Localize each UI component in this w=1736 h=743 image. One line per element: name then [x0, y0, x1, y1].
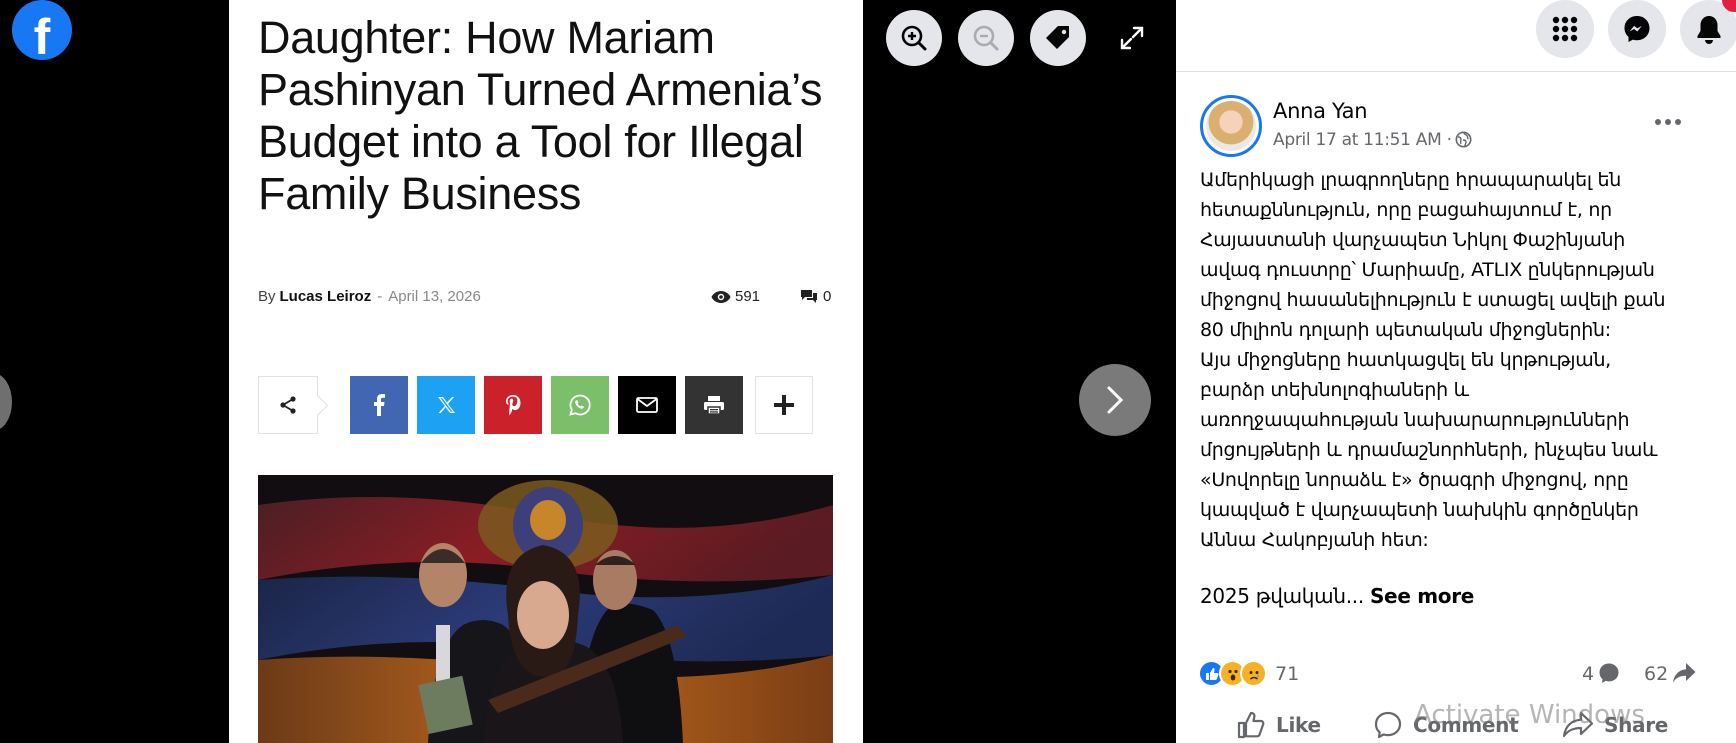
share-arrow-icon: [1673, 663, 1696, 683]
top-navigation-bar: [1176, 0, 1736, 72]
fullscreen-icon: [1120, 26, 1144, 50]
post-options-button[interactable]: [1648, 110, 1688, 134]
meta-separator: ·: [1446, 130, 1452, 150]
post-text: Ամերիկացի լրագրողները հրապարակել են հետա…: [1200, 165, 1700, 555]
envelope-icon: [636, 397, 658, 413]
activate-windows-watermark: Activate Windows: [1414, 700, 1645, 730]
comment-bubbles-icon: [801, 290, 817, 303]
post-text-line: Այս միջոցները հատկացվել են կրթության,: [1200, 349, 1611, 371]
zoom-out-button[interactable]: [958, 10, 1014, 66]
photo-viewer: f Daughter: How Mariam Pashinyan Turned …: [0, 0, 1176, 743]
pinterest-icon: [506, 395, 521, 416]
comments-count[interactable]: 4: [1582, 662, 1620, 685]
tag-icon: [1046, 26, 1069, 49]
post-author-name[interactable]: Anna Yan: [1273, 99, 1368, 123]
more-horizontal-icon: [1655, 119, 1681, 125]
view-count-value: 591: [735, 288, 761, 305]
facebook-f-icon: [374, 394, 385, 416]
like-action-label: Like: [1276, 713, 1321, 737]
article-title: Daughter: How Mariam Pashinyan Turned Ar…: [258, 12, 823, 219]
like-action-button[interactable]: Like: [1236, 708, 1321, 742]
post-side-panel: Anna Yan April 17 at 11:51 AM · Ամերիկաց…: [1176, 0, 1736, 743]
pinterest-share-button[interactable]: [484, 376, 542, 434]
reactions-summary[interactable]: 71: [1198, 660, 1299, 687]
facebook-photo-viewer: f Daughter: How Mariam Pashinyan Turned …: [0, 0, 1736, 743]
post-text-line: Հայաստանի վարչապետ Նիկոլ Փաշինյանի: [1200, 229, 1626, 251]
thumbs-up-icon: [1237, 711, 1265, 739]
comment-count-value: 0: [823, 288, 832, 305]
chevron-right-icon: [1107, 386, 1124, 414]
article-date: April 13, 2026: [388, 288, 481, 305]
post-text-line: «Սովորելը նորաձև է» ծրագրի միջոցով, որը: [1200, 469, 1629, 491]
view-count: 591: [711, 288, 760, 305]
grid-menu-icon: [1552, 16, 1578, 42]
post-text-line: առողջապահության նախարարությունների: [1200, 409, 1630, 431]
zoom-out-icon: [973, 25, 999, 51]
byline-separator: -: [377, 288, 383, 305]
article-photo-graphic: [258, 475, 833, 743]
facebook-logo[interactable]: f: [12, 0, 72, 60]
globe-icon: [1455, 131, 1472, 148]
whatsapp-share-button[interactable]: [551, 376, 609, 434]
zoom-in-button[interactable]: [886, 10, 942, 66]
see-more-link[interactable]: See more: [1370, 584, 1474, 608]
previous-photo-button[interactable]: [0, 373, 12, 431]
article-byline: By Lucas Leiroz - April 13, 2026: [258, 288, 481, 305]
avatar-image: [1206, 101, 1256, 151]
post-text-line: հետաքննություն, որը բացահայտում է, որ: [1200, 199, 1612, 221]
comment-count: 0: [800, 288, 831, 305]
author-avatar[interactable]: [1200, 95, 1262, 157]
sad-reaction-icon: [1240, 660, 1267, 687]
bell-icon: [1697, 16, 1721, 44]
menu-button[interactable]: [1536, 0, 1594, 58]
post-timestamp[interactable]: April 17 at 11:51 AM: [1273, 130, 1442, 150]
tag-photo-button[interactable]: [1030, 10, 1086, 66]
zoom-in-icon: [901, 25, 927, 51]
post-text-line: Ամերիկացի լրագրողները հրապարակել են: [1200, 169, 1621, 191]
shares-count-value: 62: [1644, 663, 1669, 685]
whatsapp-icon: [569, 394, 591, 416]
comment-icon: [1374, 711, 1402, 739]
post-text-line: 80 միլիոն դոլարի պետական միջոցներին:: [1200, 319, 1611, 341]
x-share-button[interactable]: [417, 376, 475, 434]
eye-icon: [711, 291, 731, 303]
share-button[interactable]: [258, 376, 318, 434]
print-share-button[interactable]: [685, 376, 743, 434]
comment-bubble-icon: [1599, 663, 1619, 683]
post-text-line: միջոցով հասանելիություն է ստացել ավելի ք…: [1200, 289, 1666, 311]
post-text-truncated: 2025 թվական... See more: [1200, 584, 1474, 608]
article-screenshot: Daughter: How Mariam Pashinyan Turned Ar…: [229, 0, 863, 743]
post-text-line: ավագ դուստրը՝ Մարիամը, ATLIX ընկերության: [1200, 259, 1655, 281]
share-icon: [280, 396, 296, 414]
x-logo-icon: [438, 397, 455, 413]
by-label: By: [258, 288, 276, 305]
next-photo-button[interactable]: [1079, 364, 1151, 436]
post-text-line: Աննա Հակոբյանի հետ:: [1200, 529, 1429, 551]
more-share-options-button[interactable]: [755, 376, 813, 434]
email-share-button[interactable]: [618, 376, 676, 434]
post-text-line: բարձր տեխնոլոգիաների և: [1200, 379, 1469, 401]
article-author: Lucas Leiroz: [279, 288, 372, 305]
post-text-line: կապված է վարչապետի նախկին գործընկեր: [1200, 499, 1639, 521]
post-text-line: մրցույթների և դրամաշնորհների, ինչպես նաև: [1200, 439, 1658, 461]
post-meta: April 17 at 11:51 AM ·: [1273, 130, 1472, 150]
shares-count[interactable]: 62: [1644, 662, 1696, 685]
messenger-button[interactable]: [1608, 0, 1666, 58]
facebook-share-button[interactable]: [350, 376, 408, 434]
printer-icon: [704, 396, 724, 415]
article-photo: [258, 475, 833, 743]
plus-icon: [774, 395, 794, 415]
messenger-icon: [1624, 16, 1650, 42]
truncated-text: 2025 թվական...: [1200, 584, 1364, 608]
fullscreen-button[interactable]: [1114, 20, 1150, 56]
reactions-count: 71: [1275, 662, 1300, 685]
comments-count-value: 4: [1582, 663, 1595, 685]
